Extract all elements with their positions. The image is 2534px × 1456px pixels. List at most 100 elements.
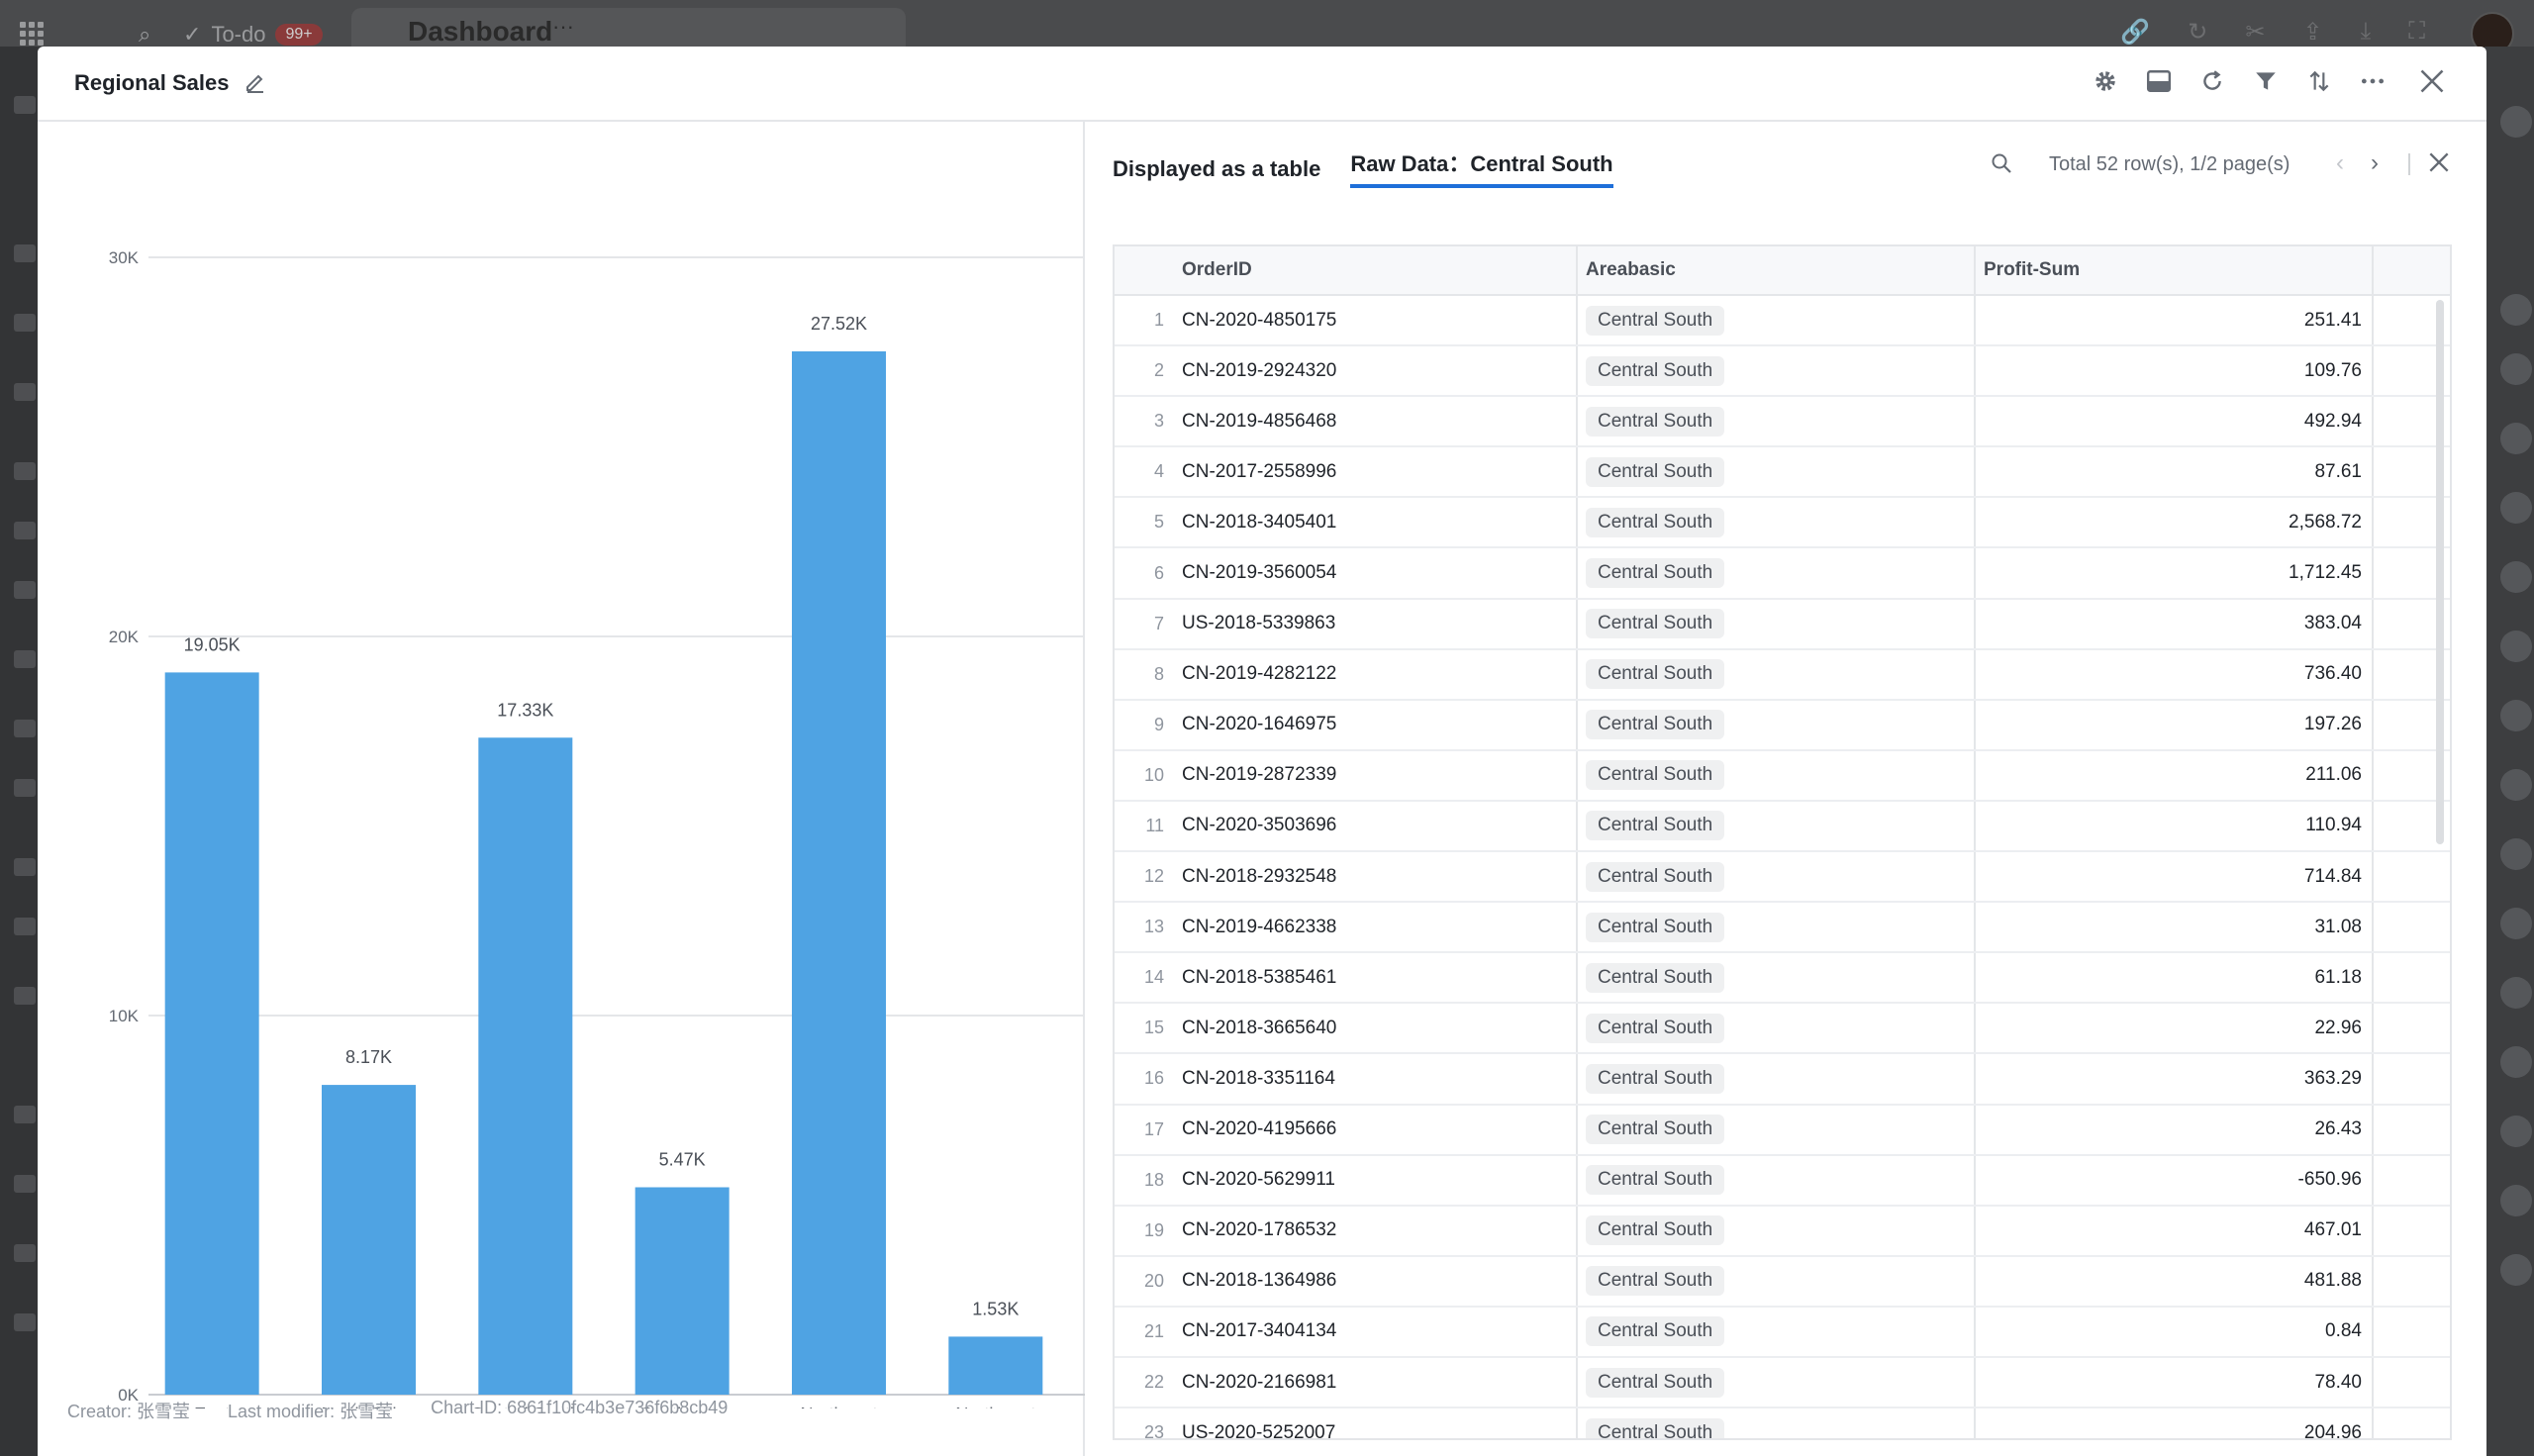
cell-profit-sum[interactable]: 714.84 xyxy=(1976,852,2374,902)
filter-button[interactable] xyxy=(2251,66,2281,96)
cell-orderid[interactable]: CN-2020-4850175 xyxy=(1180,296,1578,345)
next-page-button[interactable]: › xyxy=(2371,149,2379,177)
cell-profit-sum[interactable]: 26.43 xyxy=(1976,1105,2374,1154)
cell-profit-sum[interactable]: 61.18 xyxy=(1976,953,2374,1003)
table-row[interactable]: 21 CN-2017-3404134 Central South 0.84 xyxy=(1115,1307,2450,1358)
column-header-orderid[interactable]: OrderID xyxy=(1180,246,1578,294)
table-row[interactable]: 4 CN-2017-2558996 Central South 87.61 xyxy=(1115,447,2450,499)
cell-areabasic[interactable]: Central South xyxy=(1578,801,1976,851)
cell-areabasic[interactable]: Central South xyxy=(1578,1408,1976,1438)
share-icon[interactable]: ⇪ xyxy=(2302,18,2322,47)
cell-profit-sum[interactable]: 31.08 xyxy=(1976,903,2374,952)
search-icon[interactable]: ⌕ xyxy=(139,22,150,48)
cell-profit-sum[interactable]: 383.04 xyxy=(1976,599,2374,648)
close-panel-icon[interactable] xyxy=(2426,149,2452,175)
sort-button[interactable] xyxy=(2304,66,2334,96)
cell-areabasic[interactable]: Central South xyxy=(1578,346,1976,396)
cell-orderid[interactable]: CN-2020-1786532 xyxy=(1180,1206,1578,1255)
search-icon[interactable] xyxy=(1990,151,2013,175)
cell-orderid[interactable]: CN-2019-3560054 xyxy=(1180,548,1578,598)
scrollbar-thumb[interactable] xyxy=(2436,300,2444,844)
cell-areabasic[interactable]: Central South xyxy=(1578,903,1976,952)
link-icon[interactable]: 🔗 xyxy=(2120,18,2150,47)
cell-areabasic[interactable]: Central South xyxy=(1578,852,1976,902)
table-row[interactable]: 14 CN-2018-5385461 Central South 61.18 xyxy=(1115,953,2450,1005)
cell-orderid[interactable]: CN-2017-3404134 xyxy=(1180,1307,1578,1356)
cell-orderid[interactable]: CN-2019-2924320 xyxy=(1180,346,1578,396)
table-row[interactable]: 15 CN-2018-3665640 Central South 22.96 xyxy=(1115,1004,2450,1055)
settings-button[interactable] xyxy=(2091,66,2120,96)
cell-orderid[interactable]: CN-2019-2872339 xyxy=(1180,750,1578,800)
layout-button[interactable] xyxy=(2144,66,2174,96)
column-header-profit-sum[interactable]: Profit-Sum xyxy=(1976,246,2374,294)
dashboard-more-icon[interactable]: ··· xyxy=(552,14,574,40)
cell-orderid[interactable]: CN-2019-4856468 xyxy=(1180,397,1578,446)
cell-orderid[interactable]: US-2018-5339863 xyxy=(1180,599,1578,648)
cell-orderid[interactable]: CN-2020-3503696 xyxy=(1180,801,1578,851)
table-row[interactable]: 9 CN-2020-1646975 Central South 197.26 xyxy=(1115,700,2450,751)
tools-icon[interactable]: ✂ xyxy=(2245,18,2265,47)
bar[interactable] xyxy=(948,1336,1043,1395)
table-row[interactable]: 13 CN-2019-4662338 Central South 31.08 xyxy=(1115,903,2450,954)
table-row[interactable]: 2 CN-2019-2924320 Central South 109.76 xyxy=(1115,346,2450,398)
table-row[interactable]: 8 CN-2019-4282122 Central South 736.40 xyxy=(1115,649,2450,701)
table-row[interactable]: 22 CN-2020-2166981 Central South 78.40 xyxy=(1115,1357,2450,1409)
cell-profit-sum[interactable]: 0.84 xyxy=(1976,1307,2374,1356)
cell-areabasic[interactable]: Central South xyxy=(1578,1357,1976,1407)
cell-areabasic[interactable]: Central South xyxy=(1578,548,1976,598)
cell-orderid[interactable]: CN-2019-4282122 xyxy=(1180,649,1578,699)
cell-profit-sum[interactable]: 492.94 xyxy=(1976,397,2374,446)
tab-raw-data[interactable]: Raw Data：Central South xyxy=(1350,146,1613,188)
column-header-areabasic[interactable]: Areabasic xyxy=(1578,246,1976,294)
cell-areabasic[interactable]: Central South xyxy=(1578,1155,1976,1205)
table-row[interactable]: 7 US-2018-5339863 Central South 383.04 xyxy=(1115,599,2450,650)
cell-orderid[interactable]: US-2020-5252007 xyxy=(1180,1408,1578,1438)
cell-profit-sum[interactable]: 2,568.72 xyxy=(1976,498,2374,547)
fullscreen-icon[interactable]: ⛶ xyxy=(2408,18,2425,47)
bar[interactable] xyxy=(322,1085,416,1395)
apps-grid-icon[interactable] xyxy=(18,20,46,48)
cell-profit-sum[interactable]: 211.06 xyxy=(1976,750,2374,800)
cell-profit-sum[interactable]: 22.96 xyxy=(1976,1004,2374,1053)
refresh-button[interactable] xyxy=(2197,66,2227,96)
cell-profit-sum[interactable]: 78.40 xyxy=(1976,1357,2374,1407)
table-row[interactable]: 5 CN-2018-3405401 Central South 2,568.72 xyxy=(1115,498,2450,549)
cell-profit-sum[interactable]: 363.29 xyxy=(1976,1054,2374,1104)
edit-pencil-icon[interactable] xyxy=(244,70,267,94)
cell-profit-sum[interactable]: 197.26 xyxy=(1976,700,2374,749)
cell-areabasic[interactable]: Central South xyxy=(1578,700,1976,749)
cell-areabasic[interactable]: Central South xyxy=(1578,750,1976,800)
cell-orderid[interactable]: CN-2018-3351164 xyxy=(1180,1054,1578,1104)
cell-areabasic[interactable]: Central South xyxy=(1578,599,1976,648)
cell-orderid[interactable]: CN-2020-2166981 xyxy=(1180,1357,1578,1407)
cell-areabasic[interactable]: Central South xyxy=(1578,1105,1976,1154)
table-row[interactable]: 19 CN-2020-1786532 Central South 467.01 xyxy=(1115,1206,2450,1257)
refresh-icon[interactable]: ↻ xyxy=(2188,18,2207,47)
cell-profit-sum[interactable]: 467.01 xyxy=(1976,1206,2374,1255)
cell-orderid[interactable]: CN-2020-5629911 xyxy=(1180,1155,1578,1205)
close-modal-button[interactable] xyxy=(2417,66,2447,96)
cell-orderid[interactable]: CN-2020-4195666 xyxy=(1180,1105,1578,1154)
cell-profit-sum[interactable]: 109.76 xyxy=(1976,346,2374,396)
cell-profit-sum[interactable]: 87.61 xyxy=(1976,447,2374,497)
cell-profit-sum[interactable]: 736.40 xyxy=(1976,649,2374,699)
table-row[interactable]: 6 CN-2019-3560054 Central South 1,712.45 xyxy=(1115,548,2450,600)
cell-areabasic[interactable]: Central South xyxy=(1578,953,1976,1003)
cell-profit-sum[interactable]: 251.41 xyxy=(1976,296,2374,345)
bar[interactable] xyxy=(634,1187,730,1395)
cell-orderid[interactable]: CN-2018-3665640 xyxy=(1180,1004,1578,1053)
cell-areabasic[interactable]: Central South xyxy=(1578,498,1976,547)
cell-areabasic[interactable]: Central South xyxy=(1578,1004,1976,1053)
cell-areabasic[interactable]: Central South xyxy=(1578,1256,1976,1306)
cell-orderid[interactable]: CN-2019-4662338 xyxy=(1180,903,1578,952)
table-row[interactable]: 11 CN-2020-3503696 Central South 110.94 xyxy=(1115,801,2450,853)
download-icon[interactable]: ⤓ xyxy=(2361,18,2372,47)
cell-profit-sum[interactable]: 1,712.45 xyxy=(1976,548,2374,598)
cell-profit-sum[interactable]: 481.88 xyxy=(1976,1256,2374,1306)
cell-orderid[interactable]: CN-2018-2932548 xyxy=(1180,852,1578,902)
cell-orderid[interactable]: CN-2018-1364986 xyxy=(1180,1256,1578,1306)
table-row[interactable]: 3 CN-2019-4856468 Central South 492.94 xyxy=(1115,397,2450,448)
cell-orderid[interactable]: CN-2018-5385461 xyxy=(1180,953,1578,1003)
bar[interactable] xyxy=(478,737,573,1395)
more-button[interactable] xyxy=(2358,66,2388,96)
